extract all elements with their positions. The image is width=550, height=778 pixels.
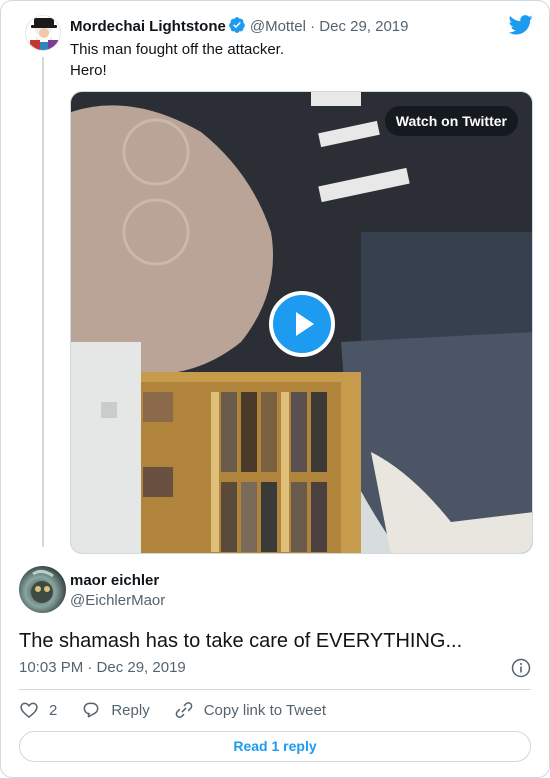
quoted-author-handle[interactable]: @Mottel: [250, 18, 306, 35]
copy-link-label: Copy link to Tweet: [203, 701, 326, 719]
avatar-illustration-icon: [30, 18, 58, 50]
quoted-author-avatar[interactable]: [25, 15, 61, 51]
heart-icon: [20, 702, 38, 719]
watch-on-twitter-button[interactable]: Watch on Twitter: [384, 106, 518, 136]
tweet-actions: 2 Reply Copy link to Tweet: [19, 699, 350, 721]
thread-connector-line: [42, 57, 44, 547]
author-avatar[interactable]: [19, 566, 66, 613]
quoted-author-name[interactable]: Mordechai Lightstone: [70, 18, 226, 35]
quoted-tweet-text: This man fought off the attacker. Hero!: [70, 39, 284, 81]
quoted-tweet-line: This man fought off the attacker.: [70, 41, 285, 58]
copy-link-button[interactable]: Copy link to Tweet: [174, 700, 326, 720]
like-count: 2: [49, 701, 58, 719]
reply-icon: [83, 702, 99, 718]
twitter-bird-icon[interactable]: [509, 15, 533, 35]
avatar-photo-icon: [31, 569, 54, 603]
divider: [19, 689, 531, 690]
reply-button[interactable]: Reply: [81, 700, 150, 720]
quoted-tweet-header: Mordechai Lightstone @Mottel · Dec 29, 20…: [70, 16, 409, 37]
tweet-embed-card: Mordechai Lightstone @Mottel · Dec 29, 20…: [0, 0, 550, 778]
video-player[interactable]: Watch on Twitter: [70, 91, 533, 554]
tweet-timestamp[interactable]: 10:03 PM · Dec 29, 2019: [19, 658, 186, 678]
reply-label: Reply: [111, 701, 150, 719]
quoted-tweet-date[interactable]: Dec 29, 2019: [319, 18, 408, 35]
play-icon: [296, 312, 314, 336]
author-name[interactable]: maor eichler: [70, 571, 159, 591]
tweet-text: The shamash has to take care of EVERYTHI…: [19, 630, 463, 652]
like-button[interactable]: 2: [19, 700, 57, 720]
info-icon[interactable]: [511, 658, 531, 678]
link-icon: [175, 702, 193, 718]
play-button[interactable]: [269, 291, 335, 357]
read-replies-button[interactable]: Read 1 reply: [19, 731, 531, 762]
author-handle[interactable]: @EichlerMaor: [70, 591, 165, 611]
quoted-tweet-line: Hero!: [70, 62, 107, 79]
verified-badge-icon: [228, 17, 245, 33]
